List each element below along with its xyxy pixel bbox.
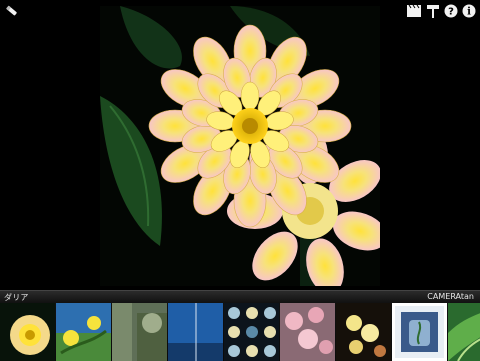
thumbnail-yellow-flowers[interactable] [56,303,111,361]
help-icon[interactable]: ? [443,3,459,19]
edit-icon[interactable] [4,3,20,19]
thumbnail-strip[interactable] [0,303,480,361]
thumbnail-dots-pattern[interactable] [224,303,279,361]
thumbnail-greenery[interactable] [112,303,167,361]
thumbnail-dahlia[interactable] [0,303,55,361]
help-icon-glyph: ? [448,7,454,18]
main-photo[interactable] [100,6,380,286]
thumbnail-pink-blossoms[interactable] [280,303,335,361]
thumbnail-blue-sky[interactable] [168,303,223,361]
brand-label: CAMERAtan [427,292,474,301]
photo-caption: ダリア [4,293,29,302]
thumbnail-yellow-blossoms[interactable] [336,303,391,361]
info-icon-glyph: i [467,7,471,18]
filmstrip-bar: ダリア CAMERAtan [0,290,480,361]
paint-roller-icon[interactable] [425,3,441,19]
info-icon[interactable]: i [461,3,477,19]
thumbnail-jar-with-plant[interactable] [392,303,447,361]
thumbnail-leaves[interactable] [448,303,480,361]
slideshow-icon[interactable] [406,3,422,19]
